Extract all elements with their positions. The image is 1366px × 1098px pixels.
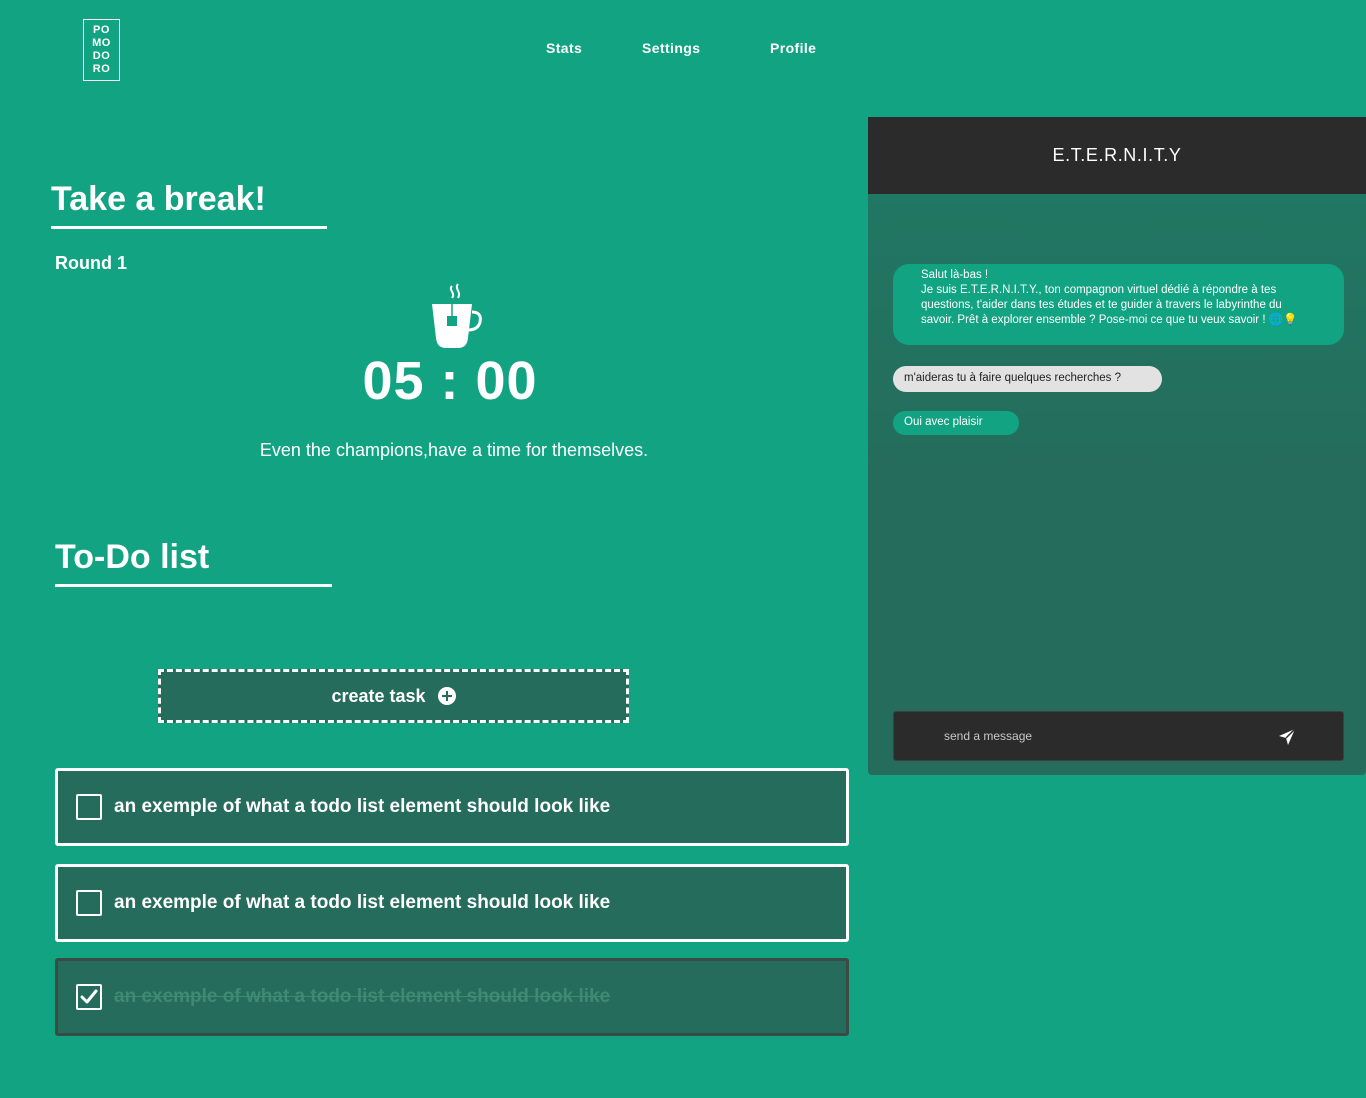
- logo-line: RO: [92, 63, 111, 75]
- logo-line: MO: [92, 37, 111, 49]
- chat-title: E.T.E.R.N.I.T.Y: [1052, 145, 1182, 165]
- break-heading: Take a break!: [51, 180, 327, 229]
- message-line: Salut là-bas !: [921, 269, 989, 281]
- todo-item-completed: an exemple of what a todo list element s…: [55, 958, 849, 1036]
- plus-circle-icon: [437, 687, 456, 705]
- create-task-label: create task: [331, 685, 426, 706]
- motivational-quote: Even the champions,have a time for thems…: [259, 440, 649, 460]
- app-logo[interactable]: PO MO DO RO: [83, 19, 120, 81]
- message-composer: [893, 711, 1344, 761]
- send-icon[interactable]: [1277, 727, 1297, 747]
- logo-line: DO: [92, 50, 111, 62]
- user-message: m'aideras tu à faire quelques recherches…: [893, 366, 1162, 392]
- nav-stats[interactable]: Stats: [546, 40, 582, 56]
- chat-panel: E.T.E.R.N.I.T.Y Salut là-bas ! Je suis E…: [868, 117, 1366, 775]
- todo-checkbox-checked[interactable]: [76, 984, 102, 1010]
- bot-message: Oui avec plaisir: [893, 411, 1019, 435]
- timer-display: 05 : 00: [362, 351, 538, 411]
- todo-item: an exemple of what a todo list element s…: [55, 864, 849, 942]
- round-label: Round 1: [55, 253, 127, 273]
- message-input[interactable]: [944, 726, 1264, 746]
- message-line: Je suis E.T.E.R.N.I.T.Y., ton compagnon …: [921, 284, 1298, 326]
- checkmark-icon: [80, 989, 98, 1004]
- logo-line: PO: [93, 24, 110, 36]
- todo-checkbox[interactable]: [76, 890, 102, 916]
- todo-heading: To-Do list: [55, 538, 332, 587]
- bot-message: Salut là-bas ! Je suis E.T.E.R.N.I.T.Y.,…: [893, 264, 1344, 345]
- todo-text: an exemple of what a todo list element s…: [114, 796, 611, 817]
- nav-profile[interactable]: Profile: [770, 40, 816, 56]
- todo-text: an exemple of what a todo list element s…: [114, 986, 611, 1007]
- chat-header: E.T.E.R.N.I.T.Y: [868, 117, 1366, 194]
- create-task-button[interactable]: create task: [158, 669, 629, 723]
- todo-checkbox[interactable]: [76, 794, 102, 820]
- todo-item: an exemple of what a todo list element s…: [55, 768, 849, 846]
- todo-text: an exemple of what a todo list element s…: [114, 892, 611, 913]
- nav-settings[interactable]: Settings: [642, 40, 700, 56]
- tea-cup-icon: [432, 283, 482, 348]
